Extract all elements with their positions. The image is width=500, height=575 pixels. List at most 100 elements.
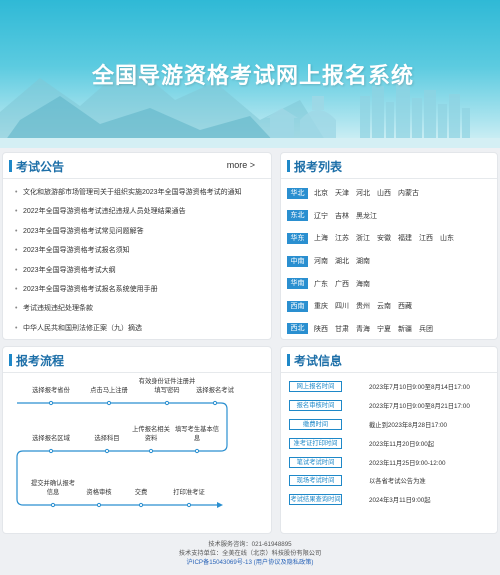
province-link[interactable]: 四川	[335, 301, 356, 311]
region-tag: 华东	[287, 232, 308, 244]
bullet-icon: •	[15, 189, 18, 196]
province-link[interactable]: 陕西	[314, 324, 335, 334]
province-link[interactable]: 河南	[314, 256, 335, 266]
panel-title: 考试信息	[294, 354, 343, 368]
schedule-row: 笔试考试时间 2023年11月25日9:00-12:00	[289, 453, 489, 472]
privacy-link[interactable]: (用户协议及隐私政策)	[254, 559, 314, 566]
list-item[interactable]: • 2023年全国导游资格考试报名须知	[11, 241, 263, 260]
province-link[interactable]: 内蒙古	[398, 188, 419, 198]
province-link[interactable]: 山东	[440, 233, 461, 243]
region-row: 华北 北京 天津 河北 山西 内蒙古	[287, 182, 491, 205]
flow-step: 选择报名考试	[196, 387, 234, 394]
province-link[interactable]: 甘肃	[335, 324, 356, 334]
province-link[interactable]: 兵团	[419, 324, 440, 334]
province-link[interactable]: 新疆	[398, 324, 419, 334]
footer-support: 技术支持单位：全美在线（北京）科技股份有限公司	[178, 550, 322, 557]
bullet-icon: •	[15, 247, 18, 255]
region-row: 西南 重庆 四川 贵州 云南 西藏	[287, 295, 491, 318]
province-link[interactable]: 广东	[314, 279, 335, 289]
schedule-label: 准考证打印时间	[289, 437, 342, 449]
province-link[interactable]: 云南	[377, 301, 398, 311]
schedule-label: 网上报名时间	[289, 380, 342, 392]
province-link[interactable]: 湖南	[356, 256, 377, 266]
bullet-icon: •	[15, 324, 18, 332]
schedule-value: 截止到2023年8月28日17:00	[369, 421, 448, 429]
province-link[interactable]: 安徽	[377, 233, 398, 243]
section-marker-icon	[9, 354, 12, 366]
announcement-list: • 文化和旅游部市场管理司关于组织实施2023年全国导游资格考试的通知 • 2022…	[3, 179, 271, 338]
schedule-row: 现场考试时间 以各省考试公告为准	[289, 471, 489, 490]
province-link[interactable]: 天津	[335, 188, 356, 198]
schedule-value: 2024年3月11日9:00起	[369, 497, 431, 505]
province-link[interactable]: 辽宁	[314, 211, 335, 221]
schedule-value: 2023年11月25日9:00-12:00	[369, 459, 446, 467]
schedule-label: 报名审核时间	[289, 399, 342, 411]
list-item[interactable]: • 2023年全国导游资格考试大纲	[11, 261, 263, 280]
list-item[interactable]: • 2022年全国导游资格考试违纪违规人员处理结果通告	[11, 202, 263, 221]
more-link[interactable]: more >	[227, 160, 255, 170]
province-link[interactable]: 黑龙江	[356, 211, 377, 221]
province-link[interactable]: 湖北	[335, 256, 356, 266]
province-link[interactable]: 江苏	[335, 233, 356, 243]
list-item[interactable]: • 2023年全国导游资格考试报名系统使用手册	[11, 280, 263, 299]
province-link[interactable]: 西藏	[398, 301, 419, 311]
province-link[interactable]: 浙江	[356, 233, 377, 243]
flow-step: 选择科目	[94, 435, 120, 442]
province-link[interactable]: 宁夏	[377, 324, 398, 334]
region-row: 中南 河南 湖北 湖南	[287, 250, 491, 273]
panel-title: 报考流程	[16, 354, 65, 368]
province-link[interactable]: 贵州	[356, 301, 377, 311]
province-link[interactable]: 青海	[356, 324, 377, 334]
list-item[interactable]: • 文化和旅游部市场管理司关于组织实施2023年全国导游资格考试的通知	[11, 183, 263, 202]
panel-header: 报考流程	[3, 347, 271, 373]
schedule-row: 报名审核时间 2023年7月10日9:00至8月21日17:00	[289, 396, 489, 415]
province-link[interactable]: 北京	[314, 188, 335, 198]
schedule-label: 缴费时间	[289, 418, 342, 430]
region-list: 华北 北京 天津 河北 山西 内蒙古 东北 辽宁 吉林 黑龙江 华东 上海 江苏 浙江 安徽 福建 江西 山东 中南…	[281, 179, 497, 340]
section-marker-icon	[287, 354, 290, 366]
flow-step: 选择报考省份	[32, 387, 70, 394]
bullet-icon: •	[15, 227, 18, 235]
province-link[interactable]: 重庆	[314, 301, 335, 311]
panel-header: 考试公告 more >	[3, 153, 271, 179]
region-tag: 西北	[287, 323, 308, 335]
site-title: 全国导游资格考试网上报名系统	[92, 64, 415, 89]
panel-header: 考试信息	[281, 347, 497, 373]
province-link[interactable]: 江西	[419, 233, 440, 243]
province-link[interactable]: 山西	[377, 188, 398, 198]
exam-schedule-list: 网上报名时间 2023年7月10日9:00至8月14日17:00 报名审核时间 20…	[281, 373, 497, 509]
region-row: 西北 陕西 甘肃 青海 宁夏 新疆 兵团	[287, 318, 491, 341]
footer-hotline: 技术服务咨询：021-61948895	[208, 541, 292, 548]
region-row: 华南 广东 广西 海南	[287, 272, 491, 295]
exam-info-panel: 考试信息 网上报名时间 2023年7月10日9:00至8月14日17:00 报名审…	[280, 346, 498, 534]
flow-step: 打印准考证	[173, 489, 205, 496]
schedule-value: 2023年7月10日9:00至8月21日17:00	[369, 402, 470, 410]
region-row: 东北 辽宁 吉林 黑龙江	[287, 205, 491, 228]
region-tag: 东北	[287, 210, 308, 222]
panel-header: 报考列表	[281, 153, 497, 179]
province-link[interactable]: 吉林	[335, 211, 356, 221]
flow-step: 选择报名区域	[32, 435, 70, 442]
province-link[interactable]: 上海	[314, 233, 335, 243]
schedule-value: 以各省考试公告为准	[369, 478, 426, 486]
region-tag: 华南	[287, 278, 308, 290]
list-item[interactable]: • 中华人民共和国刑法修正案（九）摘选	[11, 319, 263, 338]
province-link[interactable]: 福建	[398, 233, 419, 243]
icp-link[interactable]: 沪ICP备15043069号-13	[187, 559, 252, 566]
flow-step: 填写考生基本信息	[174, 426, 220, 442]
schedule-row: 准考证打印时间 2023年11月20日9:00起	[289, 434, 489, 453]
list-item[interactable]: • 2023年全国导游资格考试常见问题解答	[11, 222, 263, 241]
registration-list-panel: 报考列表 华北 北京 天津 河北 山西 内蒙古 东北 辽宁 吉林 黑龙江 华东 上海 江苏 浙江 安徽 福建江…	[280, 152, 498, 340]
province-link[interactable]: 海南	[356, 279, 377, 289]
schedule-value: 2023年11月20日9:00起	[369, 440, 434, 448]
province-link[interactable]: 广西	[335, 279, 356, 289]
schedule-row: 网上报名时间 2023年7月10日9:00至8月14日17:00	[289, 377, 489, 396]
exam-announcements-panel: 考试公告 more > • 文化和旅游部市场管理司关于组织实施2023年全国导游资…	[2, 152, 272, 340]
region-tag: 华北	[287, 187, 308, 199]
list-item[interactable]: • 考试违规违纪处理条款	[11, 299, 263, 318]
footer-legal: 沪ICP备15043069号-13 (用户协议及隐私政策)	[0, 558, 500, 567]
region-row: 华东 上海 江苏 浙江 安徽 福建 江西 山东	[287, 227, 491, 250]
bullet-icon: •	[15, 266, 18, 274]
province-link[interactable]: 河北	[356, 188, 377, 198]
bullet-icon: •	[15, 305, 18, 313]
